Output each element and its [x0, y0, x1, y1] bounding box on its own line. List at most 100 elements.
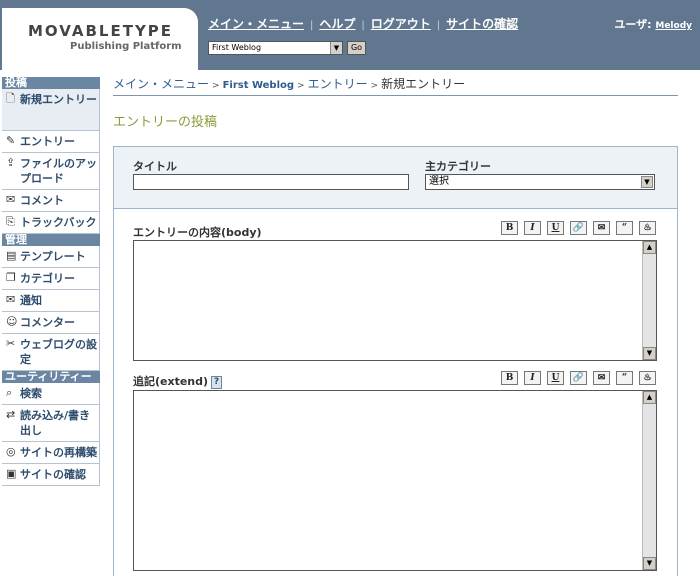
entry-form-panel: タイトル 主カテゴリー 選択 ▼ エントリーの内容(body) B I U 🔗 …: [113, 146, 678, 576]
nav-separator: |: [436, 20, 441, 31]
scroll-up-icon[interactable]: ▲: [643, 241, 656, 254]
chevron-down-icon[interactable]: ▼: [641, 176, 653, 188]
sidebar-item-comments[interactable]: ✉ コメント: [2, 190, 100, 212]
notification-icon: ✉: [6, 293, 16, 306]
user-label: ユーザ:: [614, 18, 652, 31]
body-label: エントリーの内容(body): [133, 226, 262, 239]
nav-view-site-link[interactable]: サイトの確認: [446, 17, 518, 31]
sidebar-item-entries[interactable]: ✎ エントリー: [2, 131, 100, 153]
blog-select-value: First Weblog: [212, 43, 262, 52]
body-formatting-toolbar: B I U 🔗 ✉ “ ♨: [501, 221, 656, 235]
chevron-down-icon[interactable]: ▼: [330, 42, 342, 54]
user-info: ユーザ: Melody: [614, 16, 692, 32]
sidebar-item-new-entry[interactable]: 🗋 新規エントリー: [2, 89, 100, 131]
sidebar-item-label: 通知: [20, 294, 42, 307]
scroll-down-icon[interactable]: ▼: [643, 347, 656, 360]
convert-breaks-icon[interactable]: ♨: [639, 371, 656, 385]
extend-label: 追記(extend): [133, 375, 209, 388]
breadcrumb: メイン・メニュー > First Weblog > エントリー > 新規エントリー: [113, 75, 465, 92]
breadcrumb-divider: [113, 95, 678, 96]
italic-button[interactable]: I: [524, 371, 541, 385]
extend-textarea[interactable]: ▲ ▼: [133, 390, 657, 571]
title-label: タイトル: [133, 160, 177, 173]
nav-main-menu-link[interactable]: メイン・メニュー: [208, 17, 304, 31]
page-title: エントリーの投稿: [113, 115, 218, 130]
breadcrumb-main-menu[interactable]: メイン・メニュー: [113, 77, 209, 91]
logo-title: MOVABLETYPE: [28, 22, 174, 40]
email-link-icon[interactable]: ✉: [593, 221, 610, 235]
blog-select[interactable]: First Weblog ▼: [208, 41, 343, 55]
sidebar-item-commenters[interactable]: ☺ コメンター: [2, 312, 100, 334]
link-icon[interactable]: 🔗: [570, 221, 587, 235]
scroll-up-icon[interactable]: ▲: [643, 391, 656, 404]
nav-logout-link[interactable]: ログアウト: [371, 17, 431, 31]
sidebar-item-upload[interactable]: ⇪ ファイルのアップロード: [2, 153, 100, 190]
sidebar-item-label: コメンター: [20, 316, 75, 329]
nav-separator: |: [310, 20, 314, 31]
sidebar-item-label: コメント: [20, 194, 64, 207]
link-icon[interactable]: 🔗: [570, 371, 587, 385]
body-scrollbar[interactable]: ▲ ▼: [642, 241, 656, 360]
nav-separator: |: [361, 20, 365, 31]
breadcrumb-separator: >: [370, 81, 379, 91]
help-icon[interactable]: ?: [211, 375, 223, 389]
view-site-icon: ▣: [6, 467, 17, 480]
email-link-icon[interactable]: ✉: [593, 371, 610, 385]
category-label: 主カテゴリー: [425, 160, 491, 173]
logo-subtitle: Publishing Platform: [70, 41, 182, 52]
sidebar-item-label: 新規エントリー: [20, 93, 97, 106]
sidebar-item-categories[interactable]: ❐ カテゴリー: [2, 268, 100, 290]
scroll-down-icon[interactable]: ▼: [643, 557, 656, 570]
sidebar-item-label: カテゴリー: [20, 272, 75, 285]
breadcrumb-current: 新規エントリー: [381, 77, 466, 91]
italic-button[interactable]: I: [524, 221, 541, 235]
sidebar-item-label: テンプレート: [20, 250, 86, 263]
quote-icon[interactable]: “: [616, 221, 633, 235]
import-export-icon: ⇄: [6, 408, 16, 421]
breadcrumb-separator: >: [212, 81, 220, 91]
title-category-row: タイトル 主カテゴリー 選択 ▼: [114, 147, 677, 209]
underline-button[interactable]: U: [547, 221, 564, 235]
body-textarea[interactable]: ▲ ▼: [133, 240, 657, 361]
category-select[interactable]: 選択 ▼: [425, 174, 655, 190]
search-icon: ⌕: [6, 386, 13, 399]
sidebar-item-label: サイトの再構築: [20, 446, 97, 459]
sidebar-item-label: サイトの確認: [20, 468, 86, 481]
user-name-link[interactable]: Melody: [655, 21, 692, 31]
extend-scrollbar[interactable]: ▲ ▼: [642, 391, 656, 570]
sidebar-section-manage: 管理: [2, 234, 100, 246]
go-button[interactable]: Go: [347, 41, 366, 55]
convert-breaks-icon[interactable]: ♨: [639, 221, 656, 235]
top-navigation: メイン・メニュー | ヘルプ | ログアウト | サイトの確認: [208, 15, 518, 32]
sidebar-item-label: 検索: [20, 387, 42, 400]
category-icon: ❐: [6, 271, 16, 284]
sidebar-item-view-site[interactable]: ▣ サイトの確認: [2, 464, 100, 486]
breadcrumb-entries[interactable]: エントリー: [308, 77, 368, 91]
bold-button[interactable]: B: [501, 221, 518, 235]
underline-button[interactable]: U: [547, 371, 564, 385]
sidebar-item-import-export[interactable]: ⇄ 読み込み/書き出し: [2, 405, 100, 442]
sidebar-item-trackbacks[interactable]: ⎘ トラックバック: [2, 212, 100, 234]
nav-help-link[interactable]: ヘルプ: [319, 17, 355, 31]
sidebar-item-label: 読み込み/書き出し: [20, 409, 91, 437]
template-icon: ▤: [6, 249, 17, 262]
sidebar-item-rebuild[interactable]: ◎ サイトの再構築: [2, 442, 100, 464]
rebuild-icon: ◎: [6, 445, 16, 458]
title-input[interactable]: [133, 174, 409, 190]
upload-icon: ⇪: [6, 156, 16, 169]
sidebar-item-notifications[interactable]: ✉ 通知: [2, 290, 100, 312]
sidebar-item-label: ファイルのアップロード: [20, 157, 97, 185]
sidebar-item-label: トラックバック: [20, 216, 97, 229]
sidebar-item-templates[interactable]: ▤ テンプレート: [2, 246, 100, 268]
comment-icon: ✉: [6, 193, 16, 206]
sidebar-item-settings[interactable]: ✂ ウェブログの設定: [2, 334, 100, 371]
logo[interactable]: MOVABLETYPE Publishing Platform: [2, 8, 198, 70]
extend-label-row: 追記(extend)?: [133, 373, 223, 389]
quote-icon[interactable]: “: [616, 371, 633, 385]
sidebar-item-label: エントリー: [20, 135, 75, 148]
top-header: MOVABLETYPE Publishing Platform メイン・メニュー…: [0, 0, 700, 70]
breadcrumb-separator: >: [297, 81, 305, 91]
bold-button[interactable]: B: [501, 371, 518, 385]
breadcrumb-blog[interactable]: First Weblog: [223, 80, 294, 91]
sidebar-item-search[interactable]: ⌕ 検索: [2, 383, 100, 405]
